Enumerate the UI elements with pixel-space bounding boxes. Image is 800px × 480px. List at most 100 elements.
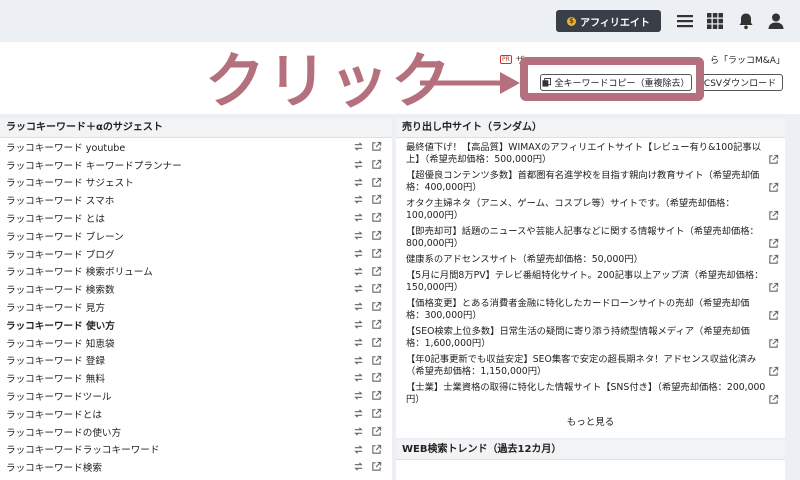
suggest-item[interactable]: ラッコキーワード 登録 (0, 352, 392, 370)
external-link-icon[interactable] (371, 177, 382, 188)
suggest-item-text[interactable]: ラッコキーワード 検索数 (6, 282, 115, 296)
external-link-icon[interactable] (768, 154, 779, 165)
sale-item[interactable]: 【超優良コンテンツ多数】首都圏有名進学校を目指す親向け教育サイト（希望売却価格：… (406, 166, 779, 194)
external-link-icon[interactable] (371, 194, 382, 205)
external-link-icon[interactable] (371, 408, 382, 419)
reload-icon[interactable] (353, 212, 364, 223)
suggest-item-text[interactable]: ラッコキーワードとは (6, 407, 102, 421)
suggest-item[interactable]: ラッコキーワード ブレーン (0, 227, 392, 245)
suggest-item-text[interactable]: ラッコキーワード ブログ (6, 247, 115, 261)
external-link-icon[interactable] (371, 283, 382, 294)
suggest-item-text[interactable]: ラッコキーワード ブレーン (6, 229, 124, 243)
csv-download-button[interactable]: CSVダウンロード (697, 74, 783, 91)
sale-item[interactable]: 【士業】士業資格の取得に特化した情報サイト【SNS付き】（希望売却価格：200,… (406, 378, 779, 406)
suggest-item-text[interactable]: ラッコキーワード 使い方 (6, 318, 115, 332)
suggest-item[interactable]: ラッコキーワードラッコキーワード (0, 441, 392, 459)
reload-icon[interactable] (353, 177, 364, 188)
external-link-icon[interactable] (768, 182, 779, 193)
suggest-item-text[interactable]: ラッコキーワードの使い方 (6, 425, 121, 439)
reload-icon[interactable] (353, 301, 364, 312)
apps-grid-icon[interactable] (706, 12, 724, 30)
reload-icon[interactable] (353, 159, 364, 170)
suggest-item[interactable]: ラッコキーワード 使い方 (0, 316, 392, 334)
external-link-icon[interactable] (768, 394, 779, 405)
sale-item-text[interactable]: 【士業】士業資格の取得に特化した情報サイト【SNS付き】（希望売却価格：200,… (406, 382, 765, 405)
menu-icon[interactable] (676, 12, 694, 30)
reload-icon[interactable] (353, 337, 364, 348)
external-link-icon[interactable] (768, 310, 779, 321)
reload-icon[interactable] (353, 266, 364, 277)
suggest-item[interactable]: ラッコキーワード 検索数 (0, 280, 392, 298)
affiliate-button[interactable]: $ アフィリエイト (556, 10, 661, 32)
suggest-item[interactable]: ラッコキーワード 知恵袋 (0, 334, 392, 352)
sale-item[interactable]: オタク主婦ネタ（アニメ、ゲーム、コスプレ等）サイトです。（希望売却価格：100,… (406, 194, 779, 222)
reload-icon[interactable] (353, 248, 364, 259)
external-link-icon[interactable] (371, 355, 382, 366)
reload-icon[interactable] (353, 390, 364, 401)
reload-icon[interactable] (353, 444, 364, 455)
reload-icon[interactable] (353, 426, 364, 437)
suggest-item[interactable]: ラッコキーワード検索 (0, 458, 392, 476)
suggest-item-text[interactable]: ラッコキーワード とは (6, 211, 105, 225)
external-link-icon[interactable] (371, 390, 382, 401)
external-link-icon[interactable] (371, 461, 382, 472)
reload-icon[interactable] (353, 355, 364, 366)
external-link-icon[interactable] (768, 210, 779, 221)
sale-item-text[interactable]: 【即売却可】話題のニュースや芸能人記事などに関する情報サイト（希望売却価格：80… (406, 226, 759, 249)
reload-icon[interactable] (353, 408, 364, 419)
external-link-icon[interactable] (768, 282, 779, 293)
suggest-item-text[interactable]: ラッコキーワード 無料 (6, 371, 105, 385)
sale-item[interactable]: 【即売却可】話題のニュースや芸能人記事などに関する情報サイト（希望売却価格：80… (406, 222, 779, 250)
external-link-icon[interactable] (371, 444, 382, 455)
suggest-item-text[interactable]: ラッコキーワード youtube (6, 140, 125, 154)
external-link-icon[interactable] (371, 141, 382, 152)
reload-icon[interactable] (353, 230, 364, 241)
reload-icon[interactable] (353, 319, 364, 330)
suggest-item-text[interactable]: ラッコキーワード 見方 (6, 300, 105, 314)
suggest-item-text[interactable]: ラッコキーワード キーワードプランナー (6, 158, 182, 172)
reload-icon[interactable] (353, 461, 364, 472)
sale-item-text[interactable]: 健康系のアドセンスサイト（希望売却価格：50,000円） (406, 254, 643, 265)
external-link-icon[interactable] (768, 254, 779, 265)
user-icon[interactable] (767, 12, 785, 30)
external-link-icon[interactable] (371, 212, 382, 223)
more-link[interactable]: もっと見る (396, 414, 785, 428)
suggest-item[interactable]: ラッコキーワードとは (0, 405, 392, 423)
suggest-item[interactable]: ラッコキーワード キーワードプランナー (0, 156, 392, 174)
suggest-item[interactable]: ラッコキーワード とは (0, 209, 392, 227)
suggest-item-text[interactable]: ラッコキーワード 知恵袋 (6, 336, 115, 350)
suggest-item[interactable]: ラッコキーワード 検索ボリューム (0, 263, 392, 281)
suggest-item-text[interactable]: ラッコキーワード 検索ボリューム (6, 264, 153, 278)
suggest-item[interactable]: ラッコキーワード 見方 (0, 298, 392, 316)
external-link-icon[interactable] (371, 230, 382, 241)
suggest-item[interactable]: ラッコキーワード サジェスト (0, 174, 392, 192)
external-link-icon[interactable] (768, 238, 779, 249)
suggest-item[interactable]: ラッコキーワード 無料 (0, 369, 392, 387)
reload-icon[interactable] (353, 194, 364, 205)
sale-item-text[interactable]: 【5月に月間8万PV】テレビ番組特化サイト。200記事以上アップ済（希望売却価格… (406, 270, 763, 293)
suggest-item[interactable]: ラッコキーワード youtube (0, 138, 392, 156)
pr-notice-right[interactable]: ら「ラッコM&A」 (710, 53, 785, 66)
sale-item-text[interactable]: 【年0記事更新でも収益安定】SEO集客で安定の超長期ネタ！アドセンス収益化済み（… (406, 354, 756, 377)
external-link-icon[interactable] (371, 159, 382, 170)
external-link-icon[interactable] (371, 319, 382, 330)
reload-icon[interactable] (353, 141, 364, 152)
external-link-icon[interactable] (371, 372, 382, 383)
suggest-item-text[interactable]: ラッコキーワードツール (6, 389, 112, 403)
sale-item[interactable]: 【年0記事更新でも収益安定】SEO集客で安定の超長期ネタ！アドセンス収益化済み（… (406, 350, 779, 378)
sale-item-text[interactable]: オタク主婦ネタ（アニメ、ゲーム、コスプレ等）サイトです。（希望売却価格：100,… (406, 198, 735, 221)
external-link-icon[interactable] (371, 337, 382, 348)
sale-item[interactable]: 【5月に月間8万PV】テレビ番組特化サイト。200記事以上アップ済（希望売却価格… (406, 266, 779, 294)
suggest-item-text[interactable]: ラッコキーワード サジェスト (6, 175, 134, 189)
sale-item-text[interactable]: 最終値下げ！【高品質】WIMAXのアフィリエイトサイト【レビュー有り&100記事… (406, 142, 761, 165)
sale-item[interactable]: 【SEO検索上位多数】日常生活の疑問に寄り添う持続型情報メディア（希望売却価格：… (406, 322, 779, 350)
sale-item[interactable]: 健康系のアドセンスサイト（希望売却価格：50,000円） (406, 250, 779, 266)
reload-icon[interactable] (353, 283, 364, 294)
external-link-icon[interactable] (768, 338, 779, 349)
external-link-icon[interactable] (768, 366, 779, 377)
suggest-item-text[interactable]: ラッコキーワード 登録 (6, 353, 105, 367)
suggest-item-text[interactable]: ラッコキーワードラッコキーワード (6, 442, 160, 456)
bell-icon[interactable] (737, 12, 755, 30)
external-link-icon[interactable] (371, 248, 382, 259)
suggest-item[interactable]: ラッコキーワード ブログ (0, 245, 392, 263)
